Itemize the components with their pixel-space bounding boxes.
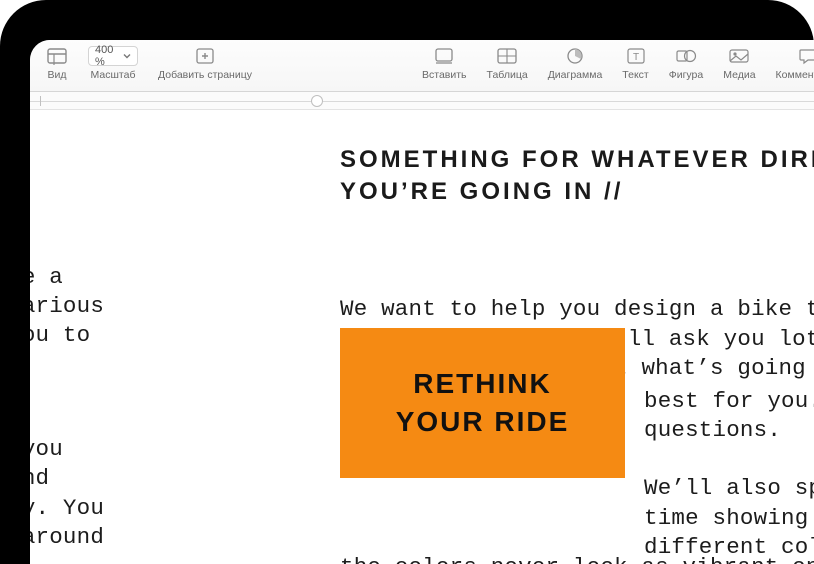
table-icon (496, 46, 518, 66)
device-bezel: Вид 400 % Масштаб Добавить страницу (0, 0, 814, 564)
right-p2[interactable]: the colors never look as vibrant on s pa… (340, 553, 814, 564)
media-icon (728, 46, 750, 66)
toolbar-comment-label: Комментарий (776, 69, 814, 81)
document-canvas[interactable]: PERIENCE // s to test-drive a at’s why t… (30, 110, 814, 564)
toolbar-media-label: Медиа (723, 69, 755, 81)
toolbar-chart[interactable]: Диаграмма (538, 44, 613, 90)
ruler[interactable] (30, 92, 814, 110)
chart-icon (564, 46, 586, 66)
toolbar-zoom-label: Масштаб (91, 69, 136, 81)
toolbar-view[interactable]: Вид (36, 44, 78, 90)
toolbar-chart-label: Диаграмма (548, 69, 603, 81)
toolbar-add-page-label: Добавить страницу (158, 69, 252, 81)
screen: Вид 400 % Масштаб Добавить страницу (30, 40, 814, 564)
heading-right[interactable]: SOMETHING FOR WHATEVER DIREC YOU’RE GOIN… (340, 144, 814, 209)
toolbar-shape[interactable]: Фигура (659, 44, 714, 90)
ruler-indent-marker[interactable] (311, 95, 323, 107)
toolbar-table[interactable]: Таблица (477, 44, 538, 90)
toolbar-comment[interactable]: Комментарий (766, 44, 814, 90)
toolbar: Вид 400 % Масштаб Добавить страницу (30, 40, 814, 92)
toolbar-insert-label: Вставить (422, 69, 467, 81)
column-left: PERIENCE // s to test-drive a at’s why t… (30, 110, 310, 564)
toolbar-add-page[interactable]: Добавить страницу (148, 44, 262, 90)
heading-left[interactable]: PERIENCE // (30, 144, 310, 176)
zoom-value: 400 % (95, 44, 119, 68)
shape-icon (675, 46, 697, 66)
insert-icon (433, 46, 455, 66)
zoom-control[interactable]: 400 % (88, 46, 138, 66)
toolbar-shape-label: Фигура (669, 69, 704, 81)
right-continuation[interactable]: the colors never look as vibrant on s pa… (340, 494, 814, 564)
body-left[interactable]: s to test-drive a at’s why the various v… (30, 204, 310, 564)
text-icon: T (625, 46, 647, 66)
left-p1[interactable]: s to test-drive a at’s why the various v… (30, 263, 310, 351)
ruler-margin-left-column[interactable] (40, 96, 315, 106)
toolbar-table-label: Таблица (487, 69, 528, 81)
callout-box[interactable]: RETHINK YOUR RIDE (340, 328, 625, 478)
chevron-down-icon (123, 52, 131, 60)
toolbar-text[interactable]: T Текст (612, 44, 658, 90)
callout-text: RETHINK YOUR RIDE (396, 365, 570, 441)
plus-icon (194, 46, 216, 66)
toolbar-view-label: Вид (48, 69, 67, 81)
toolbar-insert[interactable]: Вставить (412, 44, 477, 90)
comment-icon (798, 46, 814, 66)
toolbar-media[interactable]: Медиа (713, 44, 765, 90)
left-p2[interactable]: to chat with you you’re after and ght li… (30, 435, 310, 552)
toolbar-zoom[interactable]: 400 % Масштаб (78, 44, 148, 90)
toolbar-text-label: Текст (622, 69, 648, 81)
view-icon (46, 46, 68, 66)
svg-text:T: T (632, 52, 638, 63)
